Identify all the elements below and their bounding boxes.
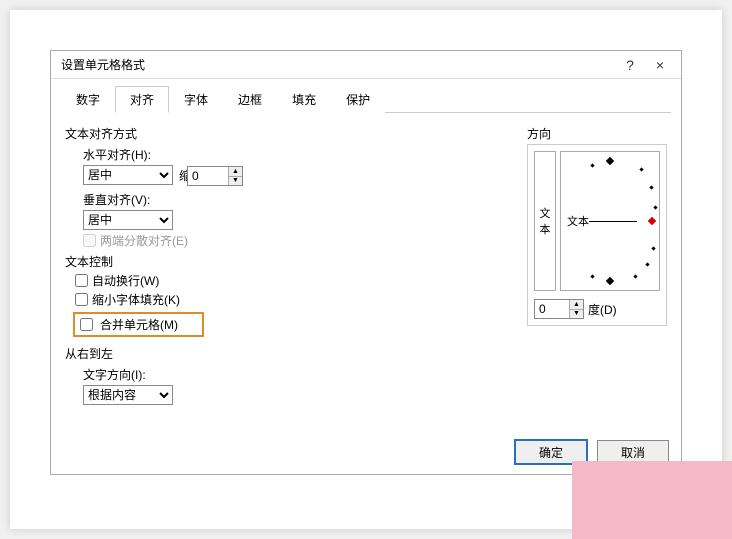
orientation-dial[interactable]: 文本 xyxy=(560,151,660,291)
dial-indicator xyxy=(648,217,656,225)
tab-number[interactable]: 数字 xyxy=(61,86,115,113)
shrink-to-fit-label: 缩小字体填充(K) xyxy=(92,291,180,308)
text-direction-label: 文字方向(I): xyxy=(83,366,513,383)
indent-up-icon[interactable]: ▲ xyxy=(229,167,242,177)
tab-fill[interactable]: 填充 xyxy=(277,86,331,113)
justify-distributed-label: 两端分散对齐(E) xyxy=(100,232,188,249)
vertical-align-select[interactable]: 居中 xyxy=(83,210,173,230)
indent-input[interactable] xyxy=(188,167,228,185)
tab-font[interactable]: 字体 xyxy=(169,86,223,113)
shrink-to-fit-checkbox[interactable] xyxy=(75,293,88,306)
wrap-text-checkbox[interactable] xyxy=(75,274,88,287)
titlebar: 设置单元格格式 ? × xyxy=(51,51,681,79)
horizontal-align-label: 水平对齐(H): xyxy=(83,146,513,163)
dialog-title: 设置单元格格式 xyxy=(61,56,615,73)
content-area: 文本对齐方式 水平对齐(H): 居中 缩进(I): ▲ ▼ xyxy=(51,113,681,415)
text-direction-select[interactable]: 根据内容 xyxy=(83,385,173,405)
wrap-text-label: 自动换行(W) xyxy=(92,272,159,289)
text-control-legend: 文本控制 xyxy=(65,253,513,270)
dial-tick-neg90 xyxy=(606,277,614,285)
vertical-text-char1: 文 xyxy=(540,205,551,221)
indent-spinner[interactable]: ▲ ▼ xyxy=(187,166,243,186)
merge-cells-highlight: 合并单元格(M) xyxy=(73,312,204,337)
justify-distributed-checkbox xyxy=(83,234,96,247)
rtl-legend: 从右到左 xyxy=(65,345,513,362)
vertical-align-label: 垂直对齐(V): xyxy=(83,191,513,208)
format-cells-dialog: 设置单元格格式 ? × 数字 对齐 字体 边框 填充 保护 文本对齐方式 水平对… xyxy=(50,50,682,475)
dial-tick xyxy=(653,205,657,209)
dial-needle xyxy=(589,221,637,222)
dial-tick xyxy=(590,163,594,167)
dial-tick xyxy=(633,274,637,278)
merge-cells-label: 合并单元格(M) xyxy=(100,316,178,333)
text-alignment-legend: 文本对齐方式 xyxy=(65,125,513,142)
dial-tick xyxy=(590,274,594,278)
vertical-text-button[interactable]: 文 本 xyxy=(534,151,556,291)
dial-tick xyxy=(645,262,649,266)
dial-tick-90 xyxy=(606,157,614,165)
indent-down-icon[interactable]: ▼ xyxy=(229,177,242,186)
left-column: 文本对齐方式 水平对齐(H): 居中 缩进(I): ▲ ▼ xyxy=(65,121,513,407)
dial-tick xyxy=(651,246,655,250)
orientation-box: 文 本 文本 xyxy=(527,144,667,326)
degree-spinner[interactable]: ▲ ▼ xyxy=(534,299,584,319)
horizontal-align-select[interactable]: 居中 xyxy=(83,165,173,185)
right-column: 方向 文 本 文本 xyxy=(527,121,667,407)
overlay-watermark xyxy=(572,461,732,539)
merge-cells-checkbox[interactable] xyxy=(80,318,93,331)
tab-alignment[interactable]: 对齐 xyxy=(115,86,169,113)
dial-tick xyxy=(649,185,653,189)
close-button[interactable]: × xyxy=(645,54,675,76)
dial-label: 文本 xyxy=(567,213,589,229)
degree-down-icon[interactable]: ▼ xyxy=(570,310,583,319)
degree-label: 度(D) xyxy=(588,301,617,318)
degree-up-icon[interactable]: ▲ xyxy=(570,300,583,310)
dial-tick xyxy=(639,167,643,171)
tab-protect[interactable]: 保护 xyxy=(331,86,385,113)
orientation-legend: 方向 xyxy=(527,125,667,142)
tab-border[interactable]: 边框 xyxy=(223,86,277,113)
tab-strip: 数字 对齐 字体 边框 填充 保护 xyxy=(61,85,671,113)
help-button[interactable]: ? xyxy=(615,54,645,76)
degree-input[interactable] xyxy=(535,300,569,318)
vertical-text-char2: 本 xyxy=(540,221,551,237)
